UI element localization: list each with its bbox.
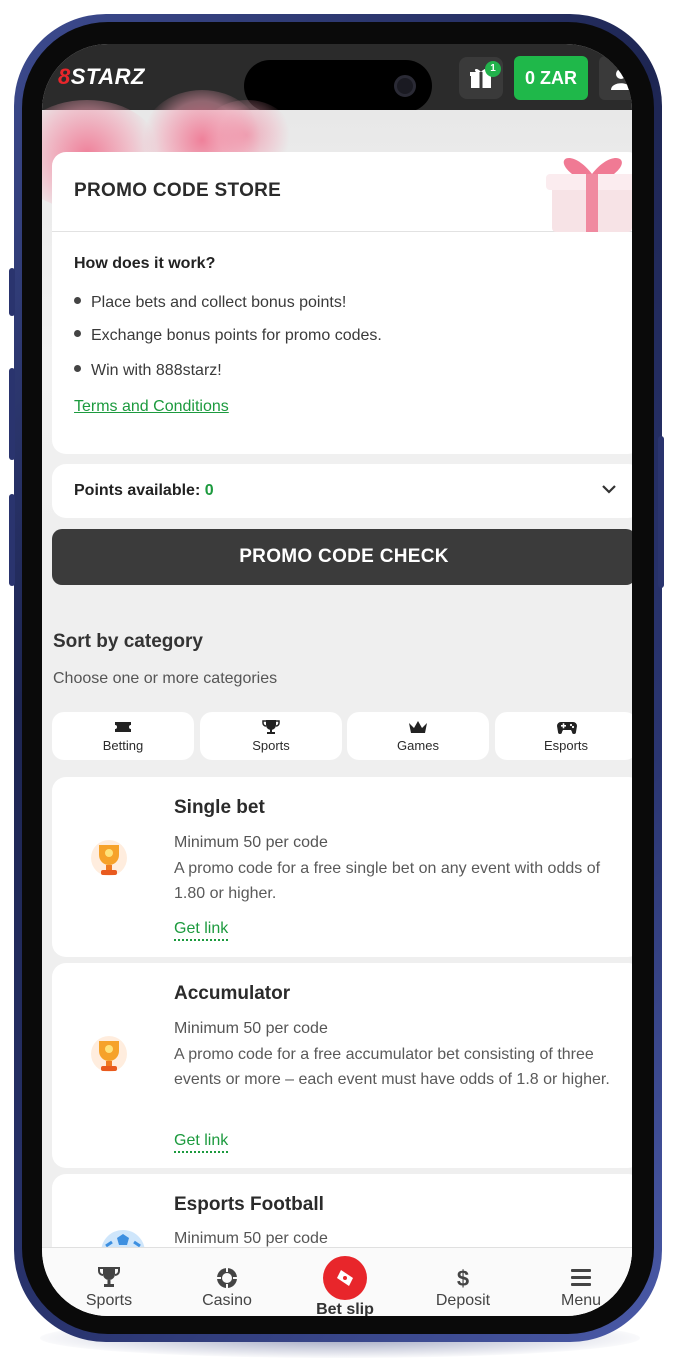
nav-label: Deposit [435, 1292, 491, 1309]
logo-text: STARZ [70, 64, 145, 89]
category-label: Betting [102, 738, 144, 753]
ticket-icon [337, 1270, 353, 1286]
account-button[interactable] [599, 56, 632, 100]
get-link-button[interactable]: Get link [174, 1132, 229, 1153]
terms-and-conditions-link[interactable]: Terms and Conditions [74, 398, 229, 416]
promo-minimum: Minimum 50 per code [174, 1020, 328, 1037]
notification-badge: 1 [485, 61, 501, 77]
logo-accent: 8 [58, 64, 71, 89]
promo-description: A promo code for a free single bet on an… [174, 860, 601, 902]
crown-icon [409, 721, 427, 733]
how-step: Exchange bonus points for promo codes. [74, 327, 382, 345]
sort-subtitle: Choose one or more categories [53, 670, 278, 687]
page-title: PROMO CODE STORE [74, 180, 282, 201]
promo-card-single-bet[interactable]: Single bet Minimum 50 per code A promo c… [52, 777, 632, 957]
bet-slip-button[interactable] [323, 1256, 367, 1300]
category-sports[interactable]: Sports [200, 712, 342, 760]
gift-button[interactable]: 1 [459, 57, 503, 99]
trophy-icon [91, 840, 127, 876]
points-label-text: Points available: [74, 482, 205, 499]
how-step: Win with 888starz! [74, 362, 222, 380]
phone-side-button [9, 368, 15, 460]
brand-logo[interactable]: 8STARZ [58, 64, 145, 90]
app-screen: 8STARZ 1 0 ZAR PROMO CODE STORE How does… [42, 44, 632, 1316]
camera-icon [394, 75, 416, 97]
hamburger-icon [571, 1269, 591, 1286]
balance-button[interactable]: 0 ZAR [514, 56, 588, 100]
chevron-down-icon [602, 485, 616, 494]
promo-name: Accumulator [174, 983, 291, 1004]
promo-card-accumulator[interactable]: Accumulator Minimum 50 per code A promo … [52, 963, 632, 1168]
category-games[interactable]: Games [347, 712, 489, 760]
phone-side-button [9, 268, 15, 316]
top-bar: 8STARZ 1 0 ZAR [42, 44, 632, 112]
nav-label: Casino [202, 1292, 252, 1309]
nav-label: Bet slip [316, 1301, 374, 1316]
sort-heading: Sort by category [53, 631, 203, 652]
ticket-icon [115, 722, 131, 732]
nav-label: Sports [85, 1292, 133, 1309]
casino-chip-icon [217, 1268, 237, 1288]
category-label: Esports [543, 738, 589, 753]
points-label: Points available: 0 [74, 482, 214, 500]
phone-side-button [9, 494, 15, 586]
dynamic-island [244, 60, 432, 112]
nav-casino[interactable]: Casino [168, 1248, 286, 1316]
gift-box-icon [546, 158, 632, 232]
category-label: Sports [252, 738, 290, 753]
promo-code-check-button[interactable]: PROMO CODE CHECK [52, 529, 632, 585]
category-esports[interactable]: Esports [495, 712, 632, 760]
phone-side-button [658, 436, 664, 588]
category-label: Games [397, 738, 439, 753]
how-it-works-heading: How does it work? [74, 255, 216, 272]
points-value: 0 [204, 482, 214, 499]
category-betting[interactable]: Betting [52, 712, 194, 760]
trophy-icon [262, 720, 280, 734]
nav-label: Menu [560, 1292, 602, 1309]
how-step: Place bets and collect bonus points! [74, 294, 346, 312]
svg-text:$: $ [457, 1266, 469, 1290]
user-icon [611, 69, 631, 90]
promo-minimum: Minimum 50 per code [174, 834, 328, 851]
nav-bet-slip[interactable]: Bet slip [286, 1248, 404, 1316]
store-header: PROMO CODE STORE [52, 152, 632, 232]
nav-deposit[interactable]: $ Deposit [404, 1248, 522, 1316]
dollar-icon: $ [457, 1266, 469, 1290]
bottom-navigation: Sports Casino Bet slip $ Deposit Menu [42, 1247, 632, 1316]
promo-name: Single bet [174, 797, 265, 818]
promo-minimum: Minimum 50 per code [174, 1230, 328, 1247]
promo-store-card: PROMO CODE STORE How does it work? Place… [52, 152, 632, 454]
nav-menu[interactable]: Menu [522, 1248, 632, 1316]
points-available-row[interactable]: Points available: 0 [52, 464, 632, 518]
gamepad-icon [557, 722, 577, 734]
trophy-icon [91, 1036, 127, 1072]
promo-description: A promo code for a free accumulator bet … [174, 1046, 610, 1088]
trophy-icon [98, 1267, 120, 1287]
nav-sports[interactable]: Sports [50, 1248, 168, 1316]
promo-name: Esports Football [174, 1194, 324, 1215]
get-link-button[interactable]: Get link [174, 920, 229, 941]
